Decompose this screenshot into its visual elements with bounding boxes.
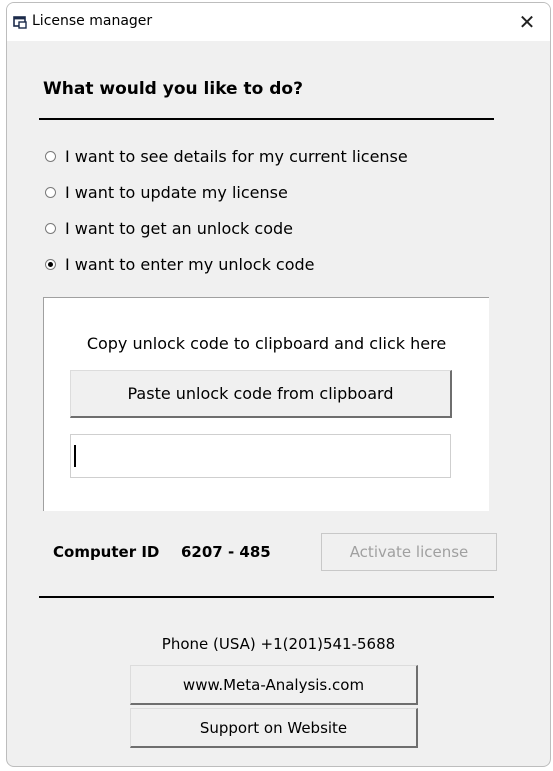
radio-update-license[interactable] — [45, 187, 56, 198]
page-title: What would you like to do? — [43, 79, 303, 99]
option-label: I want to see details for my current lic… — [65, 147, 408, 166]
computer-id-label: Computer ID — [53, 543, 160, 561]
option-label: I want to get an unlock code — [65, 219, 293, 238]
radio-enter-unlock-code[interactable] — [45, 259, 56, 270]
radio-get-unlock-code[interactable] — [45, 223, 56, 234]
divider-bottom — [39, 596, 494, 598]
activate-license-button: Activate license — [321, 533, 497, 571]
option-see-details[interactable]: I want to see details for my current lic… — [45, 147, 408, 166]
license-window-icon — [13, 16, 27, 29]
copy-instruction: Copy unlock code to clipboard and click … — [86, 334, 447, 353]
close-button[interactable]: ✕ — [504, 3, 550, 41]
unlock-code-input[interactable] — [70, 434, 451, 478]
title-bar[interactable]: License manager ✕ — [7, 3, 550, 41]
paste-unlock-code-button[interactable]: Paste unlock code from clipboard — [70, 370, 452, 418]
website-button[interactable]: www.Meta-Analysis.com — [130, 665, 418, 705]
option-get-unlock-code[interactable]: I want to get an unlock code — [45, 219, 293, 238]
support-button[interactable]: Support on Website — [130, 708, 418, 748]
text-caret — [74, 445, 76, 467]
computer-id-value: 6207 - 485 — [181, 543, 271, 561]
unlock-code-panel: Copy unlock code to clipboard and click … — [43, 297, 489, 511]
radio-see-details[interactable] — [45, 151, 56, 162]
license-manager-window: License manager ✕ What would you like to… — [6, 2, 551, 767]
option-enter-unlock-code[interactable]: I want to enter my unlock code — [45, 255, 315, 274]
option-label: I want to enter my unlock code — [65, 255, 315, 274]
phone-number: Phone (USA) +1(201)541-5688 — [161, 635, 396, 653]
option-label: I want to update my license — [65, 183, 288, 202]
close-icon: ✕ — [518, 10, 536, 34]
option-update-license[interactable]: I want to update my license — [45, 183, 288, 202]
window-title: License manager — [32, 13, 153, 29]
divider-top — [39, 118, 494, 120]
